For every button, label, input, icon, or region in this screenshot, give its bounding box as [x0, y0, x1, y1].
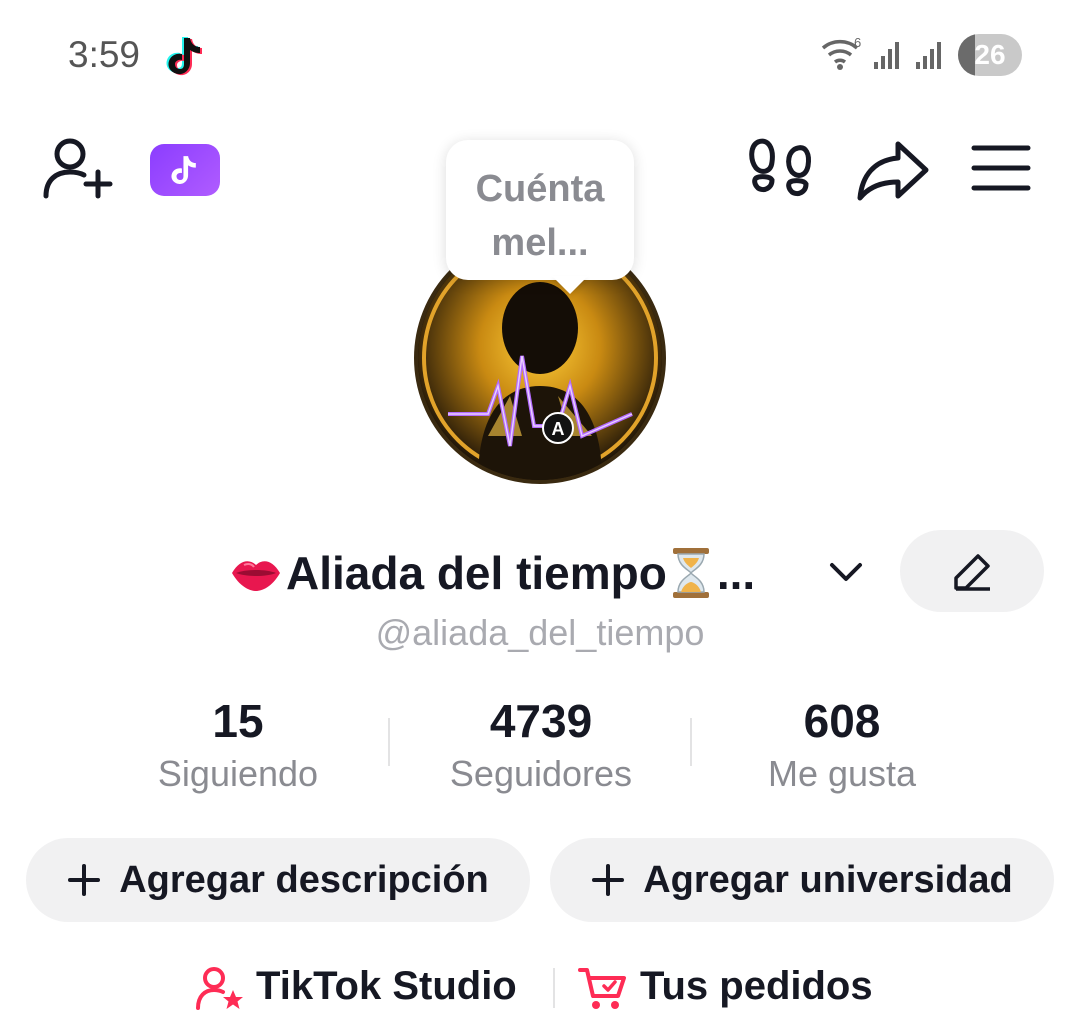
stat-divider — [388, 718, 390, 766]
orders-link[interactable]: Tus pedidos — [640, 964, 873, 1009]
note-text: Cuéntamel... — [475, 168, 605, 264]
svg-text:6: 6 — [854, 36, 861, 50]
add-description-button[interactable]: Agregar descripción — [26, 838, 530, 922]
stat-label: Seguidores — [449, 753, 633, 794]
signal-icon — [874, 42, 899, 69]
wifi-icon: 6 — [820, 35, 864, 72]
note-bubble[interactable]: Cuéntamel... — [446, 140, 634, 280]
svg-text:A: A — [552, 419, 565, 439]
creator-studio-icon[interactable] — [196, 966, 244, 1012]
status-time: 3:59 — [68, 34, 141, 75]
chevron-down-icon[interactable] — [826, 555, 866, 589]
add-friend-icon[interactable] — [42, 136, 116, 202]
signal-icon — [916, 42, 941, 69]
profile-links: TikTok Studio Tus pedidos — [0, 956, 1080, 1012]
link-divider — [553, 968, 555, 1008]
stat-following[interactable]: 15 Siguiendo — [88, 692, 388, 798]
stat-label: Me gusta — [767, 753, 917, 794]
stat-label: Siguiendo — [157, 753, 319, 794]
plus-icon — [68, 864, 101, 896]
stat-likes[interactable]: 608 Me gusta — [692, 692, 992, 798]
share-icon[interactable] — [856, 138, 930, 202]
stat-value: 608 — [803, 695, 881, 747]
menu-icon[interactable] — [970, 142, 1032, 194]
battery-icon: 26 — [958, 34, 1022, 76]
display-name: Aliada del tiempo — [286, 547, 667, 599]
edit-profile-button[interactable] — [900, 530, 1044, 612]
stat-value: 15 — [212, 695, 264, 747]
lips-emoji-icon — [232, 561, 280, 591]
hourglass-emoji-icon — [672, 548, 709, 598]
display-name-row[interactable]: Aliada del tiempo ... — [230, 540, 755, 606]
add-description-label: Agregar descripción — [119, 858, 489, 901]
add-university-label: Agregar universidad — [643, 858, 1013, 901]
note-bubble-tail — [552, 276, 588, 294]
status-bar: 3:59 6 26 — [0, 0, 1080, 110]
pencil-icon — [954, 554, 990, 591]
battery-level: 26 — [974, 39, 1006, 70]
plus-icon — [592, 864, 625, 896]
tiktok-studio-link[interactable]: TikTok Studio — [256, 964, 517, 1009]
stat-value: 4739 — [489, 695, 593, 747]
username[interactable]: @aliada_del_tiempo — [0, 612, 1080, 654]
footprints-icon[interactable] — [748, 136, 814, 204]
shopping-cart-icon[interactable] — [578, 966, 628, 1012]
name-ellipsis: ... — [716, 547, 756, 599]
stat-followers[interactable]: 4739 Seguidores — [391, 692, 691, 798]
tiktok-promo-badge-icon[interactable] — [150, 144, 220, 196]
add-university-button[interactable]: Agregar universidad — [550, 838, 1054, 922]
tiktok-logo-icon — [166, 37, 202, 76]
